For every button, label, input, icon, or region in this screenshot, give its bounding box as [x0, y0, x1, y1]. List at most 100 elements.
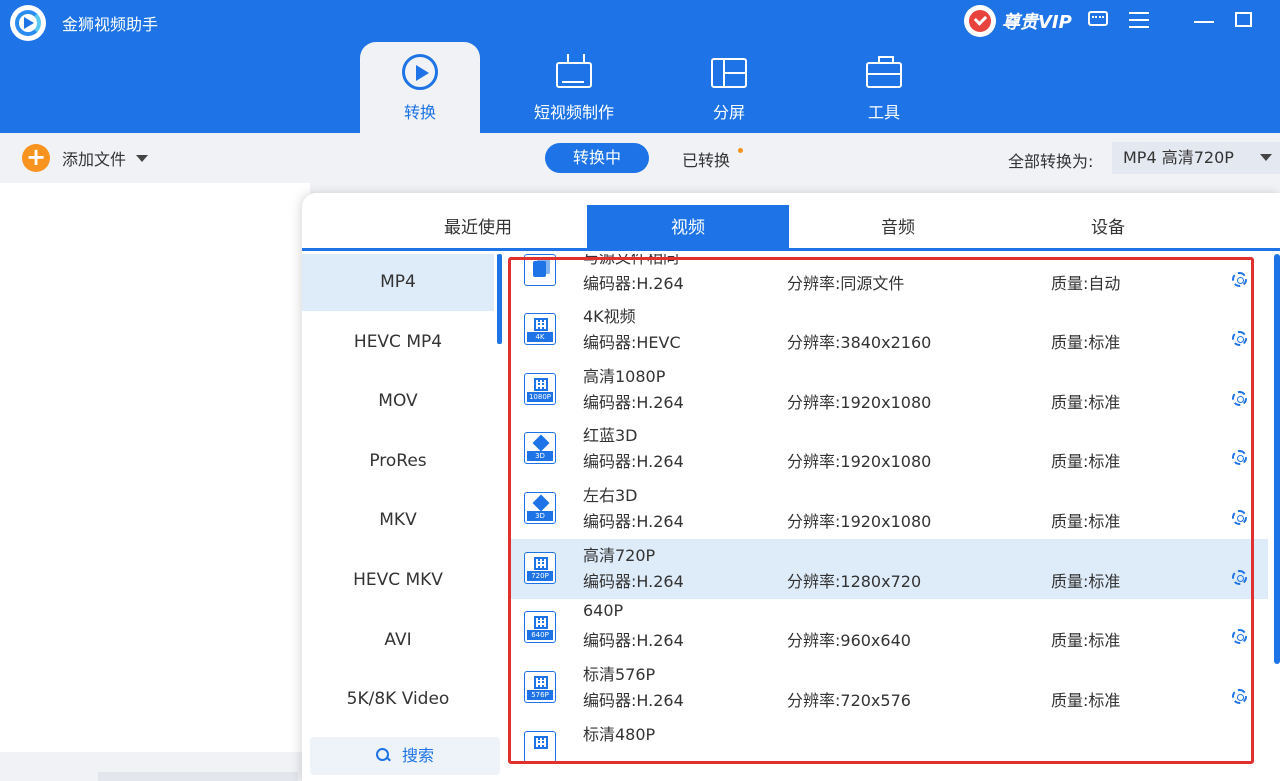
- preset-quality: 质量:标准: [1051, 452, 1121, 471]
- app-title: 金狮视频助手: [62, 15, 159, 34]
- preset-name: 高清1080P: [583, 367, 666, 386]
- preset-codec: 编码器:H.264: [583, 452, 684, 471]
- segment-converted[interactable]: 已转换: [682, 147, 730, 171]
- preset-item[interactable]: 576P 标清576P 编码器:H.264 分辨率:720x576 质量:标准: [511, 658, 1268, 718]
- gear-icon[interactable]: [1232, 510, 1247, 525]
- preset-name: 与源文件相同: [583, 254, 680, 267]
- toolbar: + 添加文件 转换中 已转换 全部转换为: MP4 高清720P: [0, 133, 1280, 183]
- app-logo-icon: [10, 5, 46, 41]
- video-480p-icon: [524, 731, 556, 763]
- tab-device[interactable]: 设备: [1007, 205, 1209, 248]
- search-label: 搜索: [401, 746, 434, 765]
- preset-scrollbar[interactable]: [1274, 254, 1280, 664]
- preset-codec: 编码器:H.264: [583, 274, 684, 293]
- preset-codec: 编码器:H.264: [583, 393, 684, 412]
- format-category-list: MP4 HEVC MP4 MOV ProRes MKV HEVC MKV AVI…: [302, 254, 509, 781]
- preset-resolution: 分辨率:960x640: [787, 631, 911, 650]
- gear-icon[interactable]: [1232, 629, 1247, 644]
- tab-tools[interactable]: 工具: [824, 42, 944, 133]
- tab-split-screen[interactable]: 分屏: [669, 42, 789, 133]
- menu-icon[interactable]: [1127, 8, 1151, 32]
- category-mp4[interactable]: MP4: [302, 254, 494, 311]
- title-bar: 金狮视频助手 尊贵VIP 转换 短视频制作 分屏 工具: [0, 0, 1280, 133]
- preset-resolution: 分辨率:同源文件: [787, 274, 905, 293]
- tab-audio[interactable]: 音频: [797, 205, 999, 248]
- preset-item[interactable]: 3D 红蓝3D 编码器:H.264 分辨率:1920x1080 质量:标准: [511, 419, 1268, 479]
- gear-icon[interactable]: [1232, 570, 1247, 585]
- tab-label: 转换: [403, 103, 436, 122]
- video-4k-icon: 4K: [524, 313, 556, 345]
- tv-icon: [556, 62, 592, 88]
- preset-item-selected[interactable]: 720P 高清720P 编码器:H.264 分辨率:1280x720 质量:标准: [511, 539, 1268, 599]
- chevron-down-icon[interactable]: [136, 154, 149, 162]
- vip-badge-icon: [964, 5, 996, 37]
- format-popup: 最近使用 视频 音频 设备 MP4 HEVC MP4 MOV ProRes MK…: [302, 193, 1280, 781]
- preset-resolution: 分辨率:3840x2160: [787, 333, 932, 352]
- preset-quality: 质量:标准: [1051, 393, 1121, 412]
- category-hevc-mp4[interactable]: HEVC MP4: [302, 314, 494, 371]
- preset-codec: 编码器:H.264: [583, 691, 684, 710]
- output-format-value: MP4 高清720P: [1123, 148, 1234, 167]
- tab-video[interactable]: 视频: [587, 205, 789, 248]
- video-640p-icon: 640P: [524, 611, 556, 643]
- tab-label: 工具: [867, 103, 900, 122]
- preset-item[interactable]: 3D 左右3D 编码器:H.264 分辨率:1920x1080 质量:标准: [511, 479, 1268, 539]
- gear-icon[interactable]: [1232, 391, 1247, 406]
- preset-codec: 编码器:H.264: [583, 631, 684, 650]
- preset-quality: 质量:自动: [1051, 274, 1121, 293]
- tab-convert[interactable]: 转换: [360, 42, 480, 133]
- category-mov[interactable]: MOV: [302, 373, 494, 430]
- preset-quality: 质量:标准: [1051, 512, 1121, 531]
- tab-recent[interactable]: 最近使用: [377, 205, 579, 248]
- video-720p-icon: 720P: [524, 552, 556, 584]
- preset-item[interactable]: 与源文件相同 编码器:H.264 分辨率:同源文件 质量:自动: [511, 254, 1268, 301]
- preset-name: 左右3D: [583, 486, 638, 505]
- category-prores[interactable]: ProRes: [302, 433, 494, 490]
- gear-icon[interactable]: [1232, 272, 1247, 287]
- category-5k-8k-video[interactable]: 5K/8K Video: [302, 671, 494, 728]
- preset-quality: 质量:标准: [1051, 631, 1121, 650]
- add-file-button[interactable]: + 添加文件: [22, 144, 149, 172]
- search-icon: [375, 748, 390, 762]
- category-avi[interactable]: AVI: [302, 612, 494, 669]
- video-576p-icon: 576P: [524, 671, 556, 703]
- minimize-icon[interactable]: [1192, 8, 1216, 32]
- copy-icon: [524, 254, 556, 286]
- maximize-icon[interactable]: [1232, 8, 1256, 32]
- vip-button[interactable]: 尊贵VIP: [964, 5, 1072, 37]
- preset-quality: 质量:标准: [1051, 691, 1121, 710]
- preset-name: 标清480P: [583, 725, 656, 744]
- toolbox-icon: [866, 56, 902, 88]
- preset-name: 4K视频: [583, 307, 636, 326]
- tab-label: 短视频制作: [533, 103, 614, 122]
- search-button[interactable]: 搜索: [310, 737, 500, 775]
- preset-item[interactable]: 标清480P: [511, 718, 1268, 778]
- preset-quality: 质量:标准: [1051, 333, 1121, 352]
- add-file-label: 添加文件: [62, 150, 127, 169]
- gear-icon[interactable]: [1232, 331, 1247, 346]
- gear-icon[interactable]: [1232, 450, 1247, 465]
- preset-item[interactable]: 1080P 高清1080P 编码器:H.264 分辨率:1920x1080 质量…: [511, 360, 1268, 420]
- cube-3d-icon: 3D: [524, 492, 556, 524]
- convert-all-label: 全部转换为:: [1008, 152, 1094, 171]
- preset-item[interactable]: 640P 640P 编码器:H.264 分辨率:960x640 质量:标准: [511, 598, 1268, 658]
- preset-name: 红蓝3D: [583, 426, 638, 445]
- plus-icon: +: [22, 144, 50, 172]
- bottom-bar: [0, 752, 310, 781]
- preset-codec: 编码器:H.264: [583, 512, 684, 531]
- file-drop-area[interactable]: [0, 183, 310, 781]
- output-format-select[interactable]: MP4 高清720P: [1112, 142, 1280, 174]
- preset-codec: 编码器:H.264: [583, 572, 684, 591]
- preset-resolution: 分辨率:720x576: [787, 691, 911, 710]
- preset-name: 高清720P: [583, 546, 656, 565]
- category-hevc-mkv[interactable]: HEVC MKV: [302, 552, 494, 609]
- category-mkv[interactable]: MKV: [302, 492, 494, 549]
- preset-resolution: 分辨率:1920x1080: [787, 393, 932, 412]
- preset-item[interactable]: 4K 4K视频 编码器:HEVC 分辨率:3840x2160 质量:标准: [511, 300, 1268, 360]
- tab-short-video[interactable]: 短视频制作: [514, 42, 634, 133]
- chat-icon[interactable]: [1086, 8, 1110, 32]
- segment-converting[interactable]: 转换中: [545, 143, 649, 173]
- gear-icon[interactable]: [1232, 689, 1247, 704]
- category-scrollbar[interactable]: [497, 254, 502, 344]
- preset-resolution: 分辨率:1920x1080: [787, 512, 932, 531]
